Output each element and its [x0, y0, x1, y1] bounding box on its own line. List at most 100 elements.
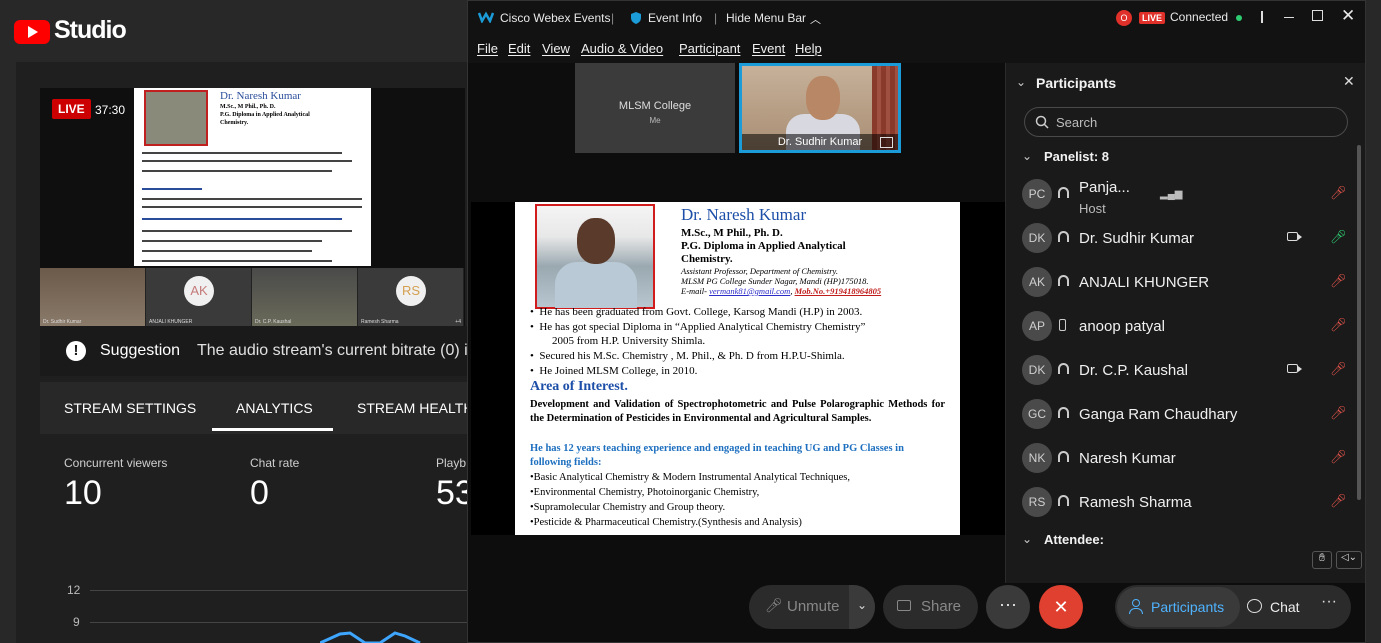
muted-mic-icon[interactable]: 🎤︎ [1330, 361, 1347, 377]
collapse-chevron-icon[interactable]: ⌄ [1016, 75, 1026, 89]
video-camera-icon [1287, 232, 1302, 241]
bullet-text: Secured his M.Sc. Chemistry , M. Phil., … [539, 350, 845, 362]
audio-level-icon: ▂▄▆ [1160, 189, 1183, 200]
raise-hand-icon[interactable]: ✋︎ [1312, 551, 1332, 569]
participants-label: Participants [1151, 599, 1225, 615]
participant-row[interactable]: DK Dr. C.P. Kaushal 🎤︎ [1006, 349, 1356, 393]
preview-text-line [142, 218, 342, 220]
slide-degree: M.Sc., M Phil., Ph. D. [681, 227, 783, 239]
menu-file[interactable]: File [477, 41, 498, 56]
preview-text-line [142, 240, 322, 242]
preview-slide-line: M.Sc., M Phil., Ph. D. [220, 104, 276, 110]
mic-on-icon[interactable]: 🎤︎ [1330, 229, 1347, 245]
record-icon: O [1116, 10, 1132, 26]
muted-mic-icon[interactable]: 🎤︎ [1330, 317, 1347, 333]
avatar: DK [1022, 355, 1052, 385]
speaker-dropdown-icon[interactable]: ◁⌄ [1336, 551, 1362, 569]
speaker-face [806, 76, 840, 120]
participant-name: Naresh Kumar [1079, 450, 1176, 467]
share-button[interactable]: Share [883, 585, 978, 629]
yt-brand: Studio [54, 16, 127, 44]
attendee-header[interactable]: Attendee: [1044, 532, 1104, 547]
slide-position: Assistant Professor, Department of Chemi… [681, 266, 838, 276]
menu-help[interactable]: Help [795, 41, 822, 56]
audio-options-chevron-icon[interactable]: ⌄ [849, 585, 875, 629]
muted-mic-icon[interactable]: 🎤︎ [1330, 273, 1347, 289]
participant-name: Ramesh Sharma [1079, 494, 1192, 511]
participant-search-input[interactable]: Search [1024, 107, 1348, 137]
chevron-down-icon[interactable]: ⌄ [1022, 149, 1032, 163]
participants-panel: ⌄ Participants ✕ Search ⌄ Panelist: 8 PC… [1005, 63, 1365, 583]
strip-name: Dr. C.P. Kaushal [255, 319, 292, 325]
menu-event[interactable]: Event [752, 41, 785, 56]
participant-strip: Dr. Sudhir Kumar AK ANJALI KHUNGER Dr. C.… [40, 268, 465, 326]
self-video-thumbnail[interactable]: MLSM College Me [575, 63, 735, 153]
close-panel-icon[interactable]: ✕ [1343, 73, 1355, 90]
menu-view[interactable]: View [542, 41, 570, 56]
strip-tile: Dr. Sudhir Kumar [40, 268, 146, 326]
hide-menu-bar-button[interactable]: Hide Menu Bar [726, 11, 806, 25]
shared-slide: Dr. Naresh Kumar M.Sc., M Phil., Ph. D. … [515, 202, 960, 535]
slide-bullet: • He Joined MLSM College, in 2010. [530, 365, 698, 377]
participant-name: Dr. C.P. Kaushal [1079, 362, 1188, 379]
active-speaker-thumbnail[interactable]: Dr. Sudhir Kumar [739, 63, 901, 153]
chevron-down-icon[interactable]: ⌄ [1022, 532, 1032, 546]
webex-window: Cisco Webex Events | Event Info | Hide M… [467, 0, 1366, 643]
panelist-header[interactable]: Panelist: 8 [1044, 149, 1109, 164]
unmute-button[interactable]: 🎤︎ Unmute ⌄ [749, 585, 875, 629]
participant-row[interactable]: GC Ganga Ram Chaudhary 🎤︎ [1006, 393, 1356, 437]
participant-row[interactable]: AK ANJALI KHUNGER 🎤︎ [1006, 261, 1356, 305]
suggestion-label: Suggestion [100, 342, 181, 359]
close-window-icon[interactable]: ✕ [1341, 6, 1355, 26]
slide-teaching: He has 12 years teaching experience and … [530, 443, 904, 468]
tab-stream-settings[interactable]: STREAM SETTINGS [64, 400, 196, 416]
muted-mic-icon[interactable]: 🎤︎ [1330, 493, 1347, 509]
menu-participant[interactable]: Participant [679, 41, 740, 56]
grid-line [90, 622, 470, 623]
chat-icon [1247, 599, 1262, 613]
series-line [320, 631, 421, 643]
email-link[interactable]: vermank81@gmail.com [709, 286, 790, 296]
chevron-up-icon[interactable]: ︿ [810, 11, 821, 27]
strip-name: Ramesh Sharma [361, 319, 399, 325]
headset-icon [1058, 407, 1069, 418]
event-info-link[interactable]: Event Info [648, 11, 702, 25]
slide-interest: Development and Validation of Spectropho… [530, 399, 945, 424]
preview-text-line [142, 188, 202, 190]
preview-text-line [142, 260, 332, 262]
more-options-button[interactable]: ··· [986, 585, 1030, 629]
muted-mic-icon[interactable]: 🎤︎ [1330, 185, 1347, 201]
slide-field: •Environmental Chemistry, Photoinorganic… [530, 487, 760, 498]
minimize-icon[interactable] [1284, 17, 1294, 18]
live-indicator: LIVE [1139, 12, 1166, 24]
participant-row[interactable]: DK Dr. Sudhir Kumar 🎤︎ [1006, 217, 1356, 261]
more-panels-icon[interactable]: ··· [1321, 593, 1337, 611]
panel-scrollbar[interactable] [1357, 145, 1361, 500]
participant-row[interactable]: RS Ramesh Sharma 🎤︎ [1006, 481, 1356, 525]
participants-toggle-button[interactable]: Participants [1117, 587, 1240, 627]
title-separator: | [714, 11, 718, 25]
tab-analytics[interactable]: ANALYTICS [236, 400, 313, 416]
avatar: DK [1022, 223, 1052, 253]
maximize-icon[interactable] [1312, 10, 1323, 21]
self-label: Me [649, 116, 661, 125]
muted-mic-icon[interactable]: 🎤︎ [1330, 405, 1347, 421]
youtube-logo-icon[interactable] [14, 20, 50, 44]
participant-name: Ganga Ram Chaudhary [1079, 406, 1238, 423]
participant-row[interactable]: AP anoop patyal 🎤︎ [1006, 305, 1356, 349]
chat-toggle-button[interactable]: Chat [1247, 587, 1317, 627]
preview-text-line [142, 170, 332, 172]
muted-mic-icon[interactable]: 🎤︎ [1330, 449, 1347, 465]
leave-meeting-button[interactable]: ✕ [1039, 585, 1083, 629]
metric-label: Chat rate [250, 456, 300, 470]
menu-edit[interactable]: Edit [508, 41, 530, 56]
menu-audio-video[interactable]: Audio & Video [581, 41, 663, 56]
slide-name: Dr. Naresh Kumar [681, 205, 807, 224]
participant-row[interactable]: PC Panja... Host ▂▄▆ 🎤︎ [1006, 173, 1356, 217]
participant-row[interactable]: NK Naresh Kumar 🎤︎ [1006, 437, 1356, 481]
tab-stream-health[interactable]: STREAM HEALTH [357, 400, 473, 416]
avatar: AK [184, 276, 214, 306]
strip-tile: RS Ramesh Sharma +4 [358, 268, 464, 326]
headset-icon [1058, 495, 1069, 506]
share-out-icon[interactable] [880, 137, 893, 148]
